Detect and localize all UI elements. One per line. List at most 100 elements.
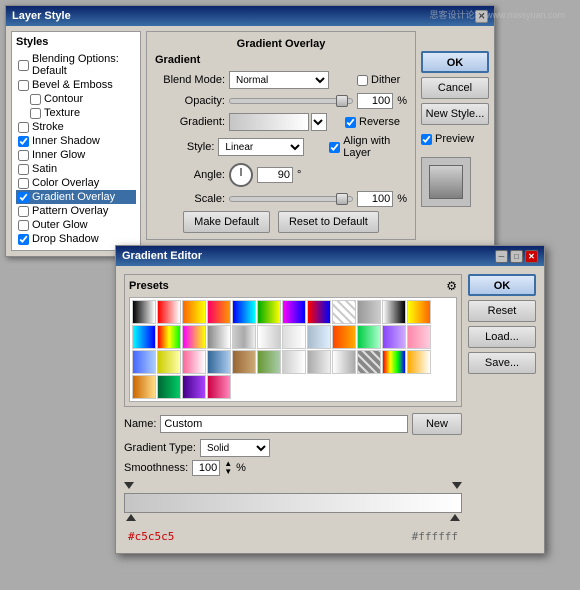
preset-swatch[interactable] [407, 325, 431, 349]
preset-swatch[interactable] [157, 375, 181, 399]
bevel-checkbox[interactable] [18, 80, 29, 91]
blending-checkbox[interactable] [18, 60, 29, 71]
preset-swatch[interactable] [332, 300, 356, 324]
ge-reset-button[interactable]: Reset [468, 300, 536, 322]
smoothness-stepper[interactable]: ▲ ▼ [224, 460, 232, 476]
preset-swatch[interactable] [132, 375, 156, 399]
preset-swatch[interactable] [307, 300, 331, 324]
smoothness-input[interactable] [192, 460, 220, 476]
preset-swatch[interactable] [232, 350, 256, 374]
preset-swatch[interactable] [282, 350, 306, 374]
preset-swatch[interactable] [357, 350, 381, 374]
preset-swatch[interactable] [282, 325, 306, 349]
smooth-down-arrow[interactable]: ▼ [224, 468, 232, 476]
preset-swatch[interactable] [132, 350, 156, 374]
preset-swatch[interactable] [357, 325, 381, 349]
preset-swatch[interactable] [132, 325, 156, 349]
gradient-bar[interactable] [124, 493, 462, 513]
preview-checkbox[interactable] [421, 134, 432, 145]
ge-load-button[interactable]: Load... [468, 326, 536, 348]
ge-close-btn[interactable]: ✕ [525, 250, 538, 263]
preset-swatch[interactable] [207, 300, 231, 324]
inner-shadow-checkbox[interactable] [18, 136, 29, 147]
preset-swatch[interactable] [382, 300, 406, 324]
contour-checkbox[interactable] [30, 94, 41, 105]
ge-save-button[interactable]: Save... [468, 352, 536, 374]
drop-shadow-checkbox[interactable] [18, 234, 29, 245]
preset-swatch[interactable] [382, 325, 406, 349]
inner-glow-checkbox[interactable] [18, 150, 29, 161]
ok-button[interactable]: OK [421, 51, 489, 73]
sidebar-item-gradient-overlay[interactable]: Gradient Overlay [16, 190, 136, 204]
bottom-arrow-left[interactable] [126, 514, 136, 524]
top-arrow-right[interactable] [452, 482, 462, 489]
ge-minimize-btn[interactable]: ─ [495, 250, 508, 263]
new-button[interactable]: New [412, 413, 462, 435]
preset-swatch[interactable] [382, 350, 406, 374]
sidebar-item-bevel[interactable]: Bevel & Emboss [16, 78, 136, 92]
reset-to-default-button[interactable]: Reset to Default [278, 211, 379, 233]
align-layer-checkbox[interactable] [329, 142, 340, 153]
preset-swatch[interactable] [357, 300, 381, 324]
gear-icon[interactable]: ⚙ [446, 279, 457, 293]
sidebar-item-satin[interactable]: Satin [16, 162, 136, 176]
preset-swatch[interactable] [157, 350, 181, 374]
pattern-overlay-checkbox[interactable] [18, 206, 29, 217]
sidebar-item-inner-shadow[interactable]: Inner Shadow [16, 134, 136, 148]
sidebar-item-drop-shadow[interactable]: Drop Shadow [16, 232, 136, 246]
sidebar-item-stroke[interactable]: Stroke [16, 120, 136, 134]
preset-swatch[interactable] [182, 325, 206, 349]
sidebar-item-inner-glow[interactable]: Inner Glow [16, 148, 136, 162]
new-style-button[interactable]: New Style... [421, 103, 489, 125]
ge-ok-button[interactable]: OK [468, 274, 536, 296]
sidebar-item-color-overlay[interactable]: Color Overlay [16, 176, 136, 190]
preset-swatch[interactable] [157, 325, 181, 349]
sidebar-item-blending[interactable]: Blending Options: Default [16, 52, 136, 78]
dither-checkbox[interactable] [357, 75, 368, 86]
sidebar-item-contour[interactable]: Contour [16, 92, 136, 106]
ge-maximize-btn[interactable]: □ [510, 250, 523, 263]
gradient-dropdown[interactable]: ▼ [311, 113, 327, 131]
reverse-checkbox[interactable] [345, 117, 356, 128]
sidebar-item-texture[interactable]: Texture [16, 106, 136, 120]
preset-swatch[interactable] [207, 350, 231, 374]
top-arrow-left[interactable] [124, 482, 134, 489]
preset-swatch[interactable] [332, 350, 356, 374]
preset-swatch[interactable] [132, 300, 156, 324]
preset-swatch[interactable] [232, 325, 256, 349]
gradient-type-select[interactable]: Solid Noise [200, 439, 270, 457]
preset-swatch[interactable] [182, 350, 206, 374]
opacity-input[interactable] [357, 93, 393, 109]
sidebar-item-outer-glow[interactable]: Outer Glow [16, 218, 136, 232]
opacity-slider[interactable] [229, 98, 353, 104]
preset-swatch[interactable] [207, 325, 231, 349]
cancel-button[interactable]: Cancel [421, 77, 489, 99]
preset-swatch[interactable] [407, 300, 431, 324]
blend-mode-select[interactable]: Normal Multiply Screen [229, 71, 329, 89]
preset-swatch[interactable] [232, 300, 256, 324]
bottom-arrow-right[interactable] [450, 514, 460, 524]
scale-slider[interactable] [229, 196, 353, 202]
stroke-checkbox[interactable] [18, 122, 29, 133]
preset-swatch[interactable] [307, 325, 331, 349]
preset-swatch[interactable] [407, 350, 431, 374]
make-default-button[interactable]: Make Default [183, 211, 270, 233]
sidebar-item-pattern-overlay[interactable]: Pattern Overlay [16, 204, 136, 218]
scale-input[interactable] [357, 191, 393, 207]
angle-dial[interactable] [229, 163, 253, 187]
gradient-overlay-checkbox[interactable] [18, 192, 29, 203]
color-overlay-checkbox[interactable] [18, 178, 29, 189]
preset-swatch[interactable] [332, 325, 356, 349]
style-select[interactable]: Linear Radial Angle [218, 138, 304, 156]
angle-input[interactable] [257, 167, 293, 183]
preset-swatch[interactable] [257, 300, 281, 324]
preset-swatch[interactable] [307, 350, 331, 374]
preset-swatch[interactable] [182, 375, 206, 399]
name-input[interactable] [160, 415, 408, 433]
texture-checkbox[interactable] [30, 108, 41, 119]
preset-swatch[interactable] [257, 325, 281, 349]
preset-swatch[interactable] [207, 375, 231, 399]
satin-checkbox[interactable] [18, 164, 29, 175]
preset-swatch[interactable] [257, 350, 281, 374]
preset-swatch[interactable] [182, 300, 206, 324]
